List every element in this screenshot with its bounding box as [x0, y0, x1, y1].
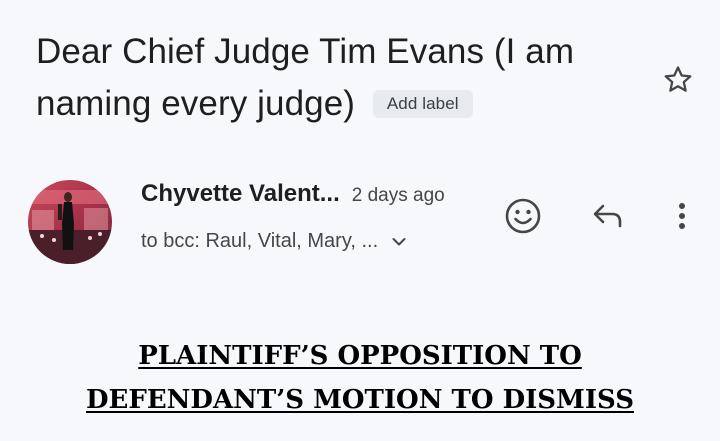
star-outline-icon: [664, 66, 692, 92]
sender-info: Chyvette Valent... 2 days ago: [141, 180, 445, 208]
body-heading-line-1: PLAINTIFF’S OPPOSITION TO: [138, 341, 582, 371]
avatar-photo: [28, 180, 112, 264]
reply-icon: [593, 204, 622, 228]
star-button[interactable]: [658, 60, 698, 100]
emoji-react-icon: [505, 198, 541, 234]
recipients-toggle[interactable]: to bcc: Raul, Vital, Mary, ...: [141, 230, 406, 253]
add-label-button[interactable]: Add label: [372, 90, 473, 118]
chevron-down-icon: [392, 237, 406, 247]
email-body-heading: PLAINTIFF’S OPPOSITION TO DEFENDANT’S MO…: [0, 334, 720, 422]
more-options-button[interactable]: [660, 194, 704, 238]
recipients-text: to bcc: Raul, Vital, Mary, ...: [141, 230, 379, 252]
reply-button[interactable]: [586, 194, 630, 238]
sender-name[interactable]: Chyvette Valent...: [141, 180, 340, 208]
subject-text: Dear Chief Judge Tim Evans (I am naming …: [36, 32, 575, 123]
more-vert-icon: [679, 203, 685, 229]
sender-avatar[interactable]: [28, 180, 112, 264]
email-timestamp: 2 days ago: [351, 185, 445, 206]
emoji-react-button[interactable]: [501, 194, 545, 238]
email-subject: Dear Chief Judge Tim Evans (I am naming …: [36, 26, 636, 130]
body-heading-line-2: DEFENDANT’S MOTION TO DISMISS: [86, 385, 634, 415]
